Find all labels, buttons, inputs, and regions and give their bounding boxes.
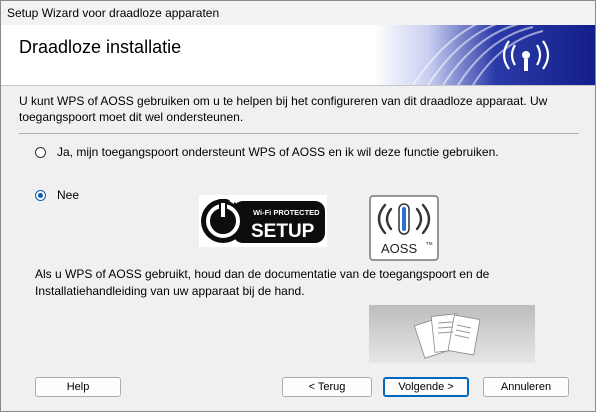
- wizard-header: Draadloze installatie: [1, 25, 595, 85]
- documents-icon: [369, 305, 535, 363]
- title-bar[interactable]: Setup Wizard voor draadloze apparaten: [1, 1, 595, 25]
- wps-logo-line1: Wi-Fi PROTECTED: [253, 208, 320, 217]
- next-button[interactable]: Volgende >: [383, 377, 469, 397]
- option-yes-label[interactable]: Ja, mijn toegangspoort ondersteunt WPS o…: [57, 145, 499, 159]
- separator: [19, 133, 579, 134]
- documentation-note: Als u WPS of AOSS gebruikt, houd dan de …: [35, 267, 490, 298]
- help-button[interactable]: Help: [35, 377, 121, 397]
- wps-logo-icon: Wi-Fi PROTECTED SETUP: [199, 195, 327, 247]
- window-title: Setup Wizard voor draadloze apparaten: [7, 6, 220, 20]
- option-no[interactable]: Nee: [35, 188, 79, 202]
- intro-text: U kunt WPS of AOSS gebruiken om u te hel…: [19, 94, 548, 124]
- wps-logo-line2: SETUP: [251, 221, 315, 242]
- page-title: Draadloze installatie: [19, 37, 182, 57]
- option-yes-wps-aoss[interactable]: Ja, mijn toegangspoort ondersteunt WPS o…: [35, 145, 499, 159]
- option-no-label[interactable]: Nee: [57, 188, 79, 202]
- setup-wizard-window: Setup Wizard voor draadloze apparaten Dr…: [0, 0, 596, 412]
- aoss-logo-trademark: TM: [426, 241, 433, 246]
- cancel-button[interactable]: Annuleren: [483, 377, 569, 397]
- aoss-logo-icon: AOSS TM: [369, 195, 439, 261]
- back-button[interactable]: < Terug: [282, 377, 372, 397]
- wireless-banner-icon: [373, 25, 595, 85]
- radio-button-no[interactable]: [35, 189, 46, 201]
- radio-button-yes[interactable]: [35, 146, 46, 158]
- header-divider: [1, 85, 595, 86]
- aoss-logo-text: AOSS: [381, 241, 417, 256]
